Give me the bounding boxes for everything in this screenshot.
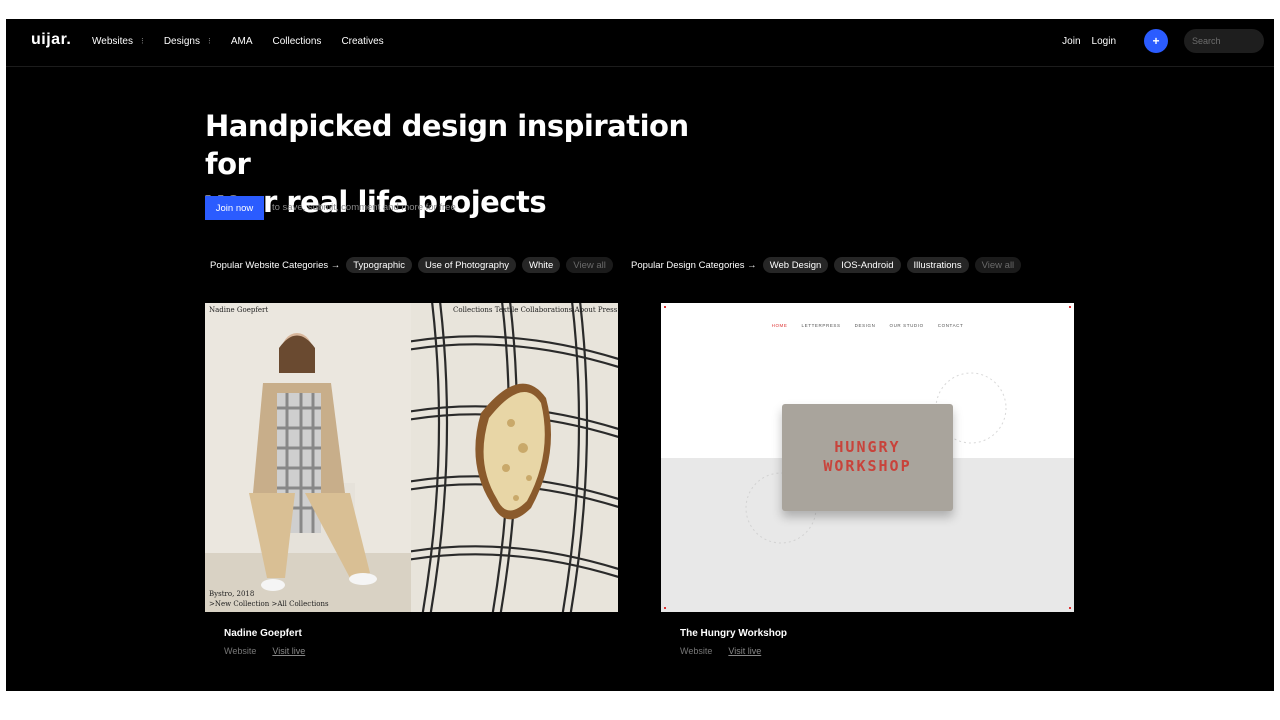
thumb-site-nav: Collections Textile Collaborations About… [453,306,618,314]
page-frame: uijar. Websites ⁝ Designs ⁝ AMA Collecti… [6,19,1274,691]
design-categories: Popular Design Categories → Web Design I… [631,257,1027,273]
website-categories: Popular Website Categories → Typographic… [210,257,619,273]
nav-creatives[interactable]: Creatives [341,36,383,47]
add-plus-button[interactable]: + [1144,29,1168,53]
card-meta: Website Visit live [680,646,761,656]
uijar-logo[interactable]: uijar. [31,31,71,49]
plaid-bread-illustration [411,303,618,612]
nav-ama-label: AMA [230,36,253,47]
design-view-all[interactable]: View all [974,257,1022,273]
thumbnail-photo-bread: Collections Textile Collaborations About… [411,303,618,612]
website-view-all[interactable]: View all [566,257,613,273]
top-nav-bar: uijar. Websites ⁝ Designs ⁝ AMA Collecti… [6,19,1274,67]
dropdown-dots-icon: ⁝ [140,36,144,46]
thumbnail-photo-person: Nadine Goepfert Bystro, 2018 >New Collec… [205,303,411,612]
card-title[interactable]: The Hungry Workshop [680,628,787,639]
header-actions: Join Login + [1062,29,1264,53]
card-thumbnail[interactable]: HOME LETTERPRESS DESIGN OUR STUDIO CONTA… [661,303,1074,612]
main-nav: Websites ⁝ Designs ⁝ AMA Collections Cre… [92,36,404,47]
website-categories-label: Popular Website Categories → [210,259,341,271]
nav-collections-label: Collections [272,36,322,47]
card-thumbnail[interactable]: Nadine Goepfert Bystro, 2018 >New Collec… [205,303,618,612]
thumb-caption: Bystro, 2018 [209,590,255,598]
plus-icon: + [1152,34,1160,48]
card-title[interactable]: Nadine Goepfert [224,628,302,639]
chip-use-of-photography[interactable]: Use of Photography [418,257,516,273]
visit-live-link[interactable]: Visit live [272,646,305,656]
chip-typographic[interactable]: Typographic [346,257,413,273]
thumb-links: >New Collection >All Collections [209,600,329,608]
nav-websites-label: Websites [92,36,133,47]
chip-web-design[interactable]: Web Design [762,257,829,273]
chip-white[interactable]: White [522,257,561,273]
website-card-hungry-workshop: HOME LETTERPRESS DESIGN OUR STUDIO CONTA… [661,303,1074,656]
visit-live-link[interactable]: Visit live [728,646,761,656]
person-illustration [205,303,411,612]
nav-ama[interactable]: AMA [231,36,253,47]
business-card-line-2: WORKSHOP [823,457,912,475]
join-note: to save, submit, comment and more for fr… [272,202,456,213]
search-input[interactable] [1184,29,1264,53]
business-card-line-1: HUNGRY [834,438,901,456]
hero-title-line-1: Handpicked design inspiration for [205,109,689,181]
nav-collections[interactable]: Collections [273,36,322,47]
website-card-nadine-goepfert: Nadine Goepfert Bystro, 2018 >New Collec… [205,303,618,656]
login-link[interactable]: Login [1092,36,1116,47]
design-categories-label: Popular Design Categories → [631,259,757,271]
nav-websites[interactable]: Websites ⁝ [92,36,144,47]
chip-ios-android[interactable]: IOS-Android [834,257,901,273]
chip-illustrations[interactable]: Illustrations [906,257,969,273]
card-type: Website [224,646,257,656]
card-type: Website [680,646,713,656]
join-link[interactable]: Join [1062,36,1080,47]
card-meta: Website Visit live [224,646,305,656]
business-card-image: HUNGRY WORKSHOP [782,404,953,511]
thumb-site-name: Nadine Goepfert [209,306,269,314]
nav-designs[interactable]: Designs ⁝ [164,36,211,47]
nav-creatives-label: Creatives [341,36,384,47]
nav-designs-label: Designs [163,36,200,47]
join-now-button[interactable]: Join now [205,196,264,220]
dropdown-dots-icon: ⁝ [207,36,211,46]
